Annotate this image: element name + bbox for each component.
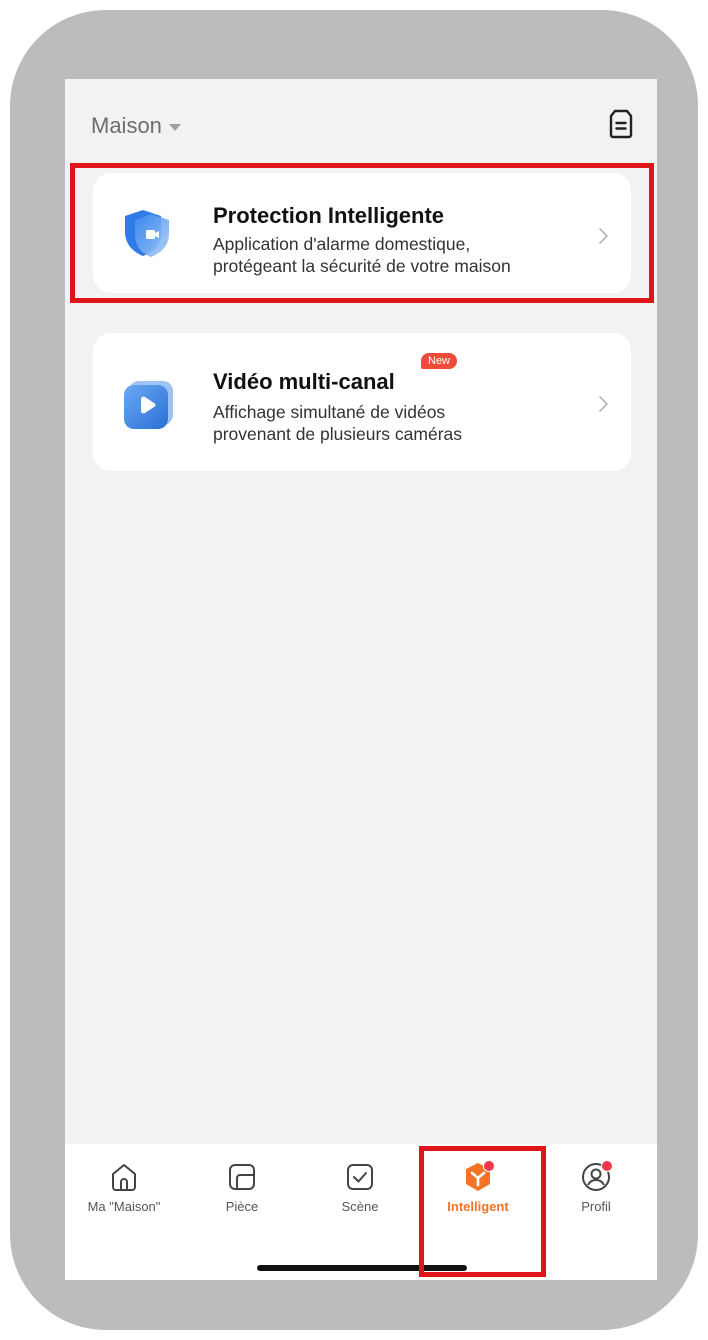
clipboard-icon[interactable] <box>609 109 633 139</box>
tab-label: Scène <box>341 1199 379 1214</box>
card-description: Affichage simultané de vidéos provenant … <box>213 401 623 445</box>
card-desc-line: provenant de plusieurs caméras <box>213 424 463 444</box>
tab-ma-maison[interactable]: Ma "Maison" <box>65 1160 183 1230</box>
home-label: Maison <box>91 113 162 138</box>
new-badge: New <box>421 353 458 369</box>
notification-dot <box>601 1160 613 1172</box>
video-play-icon <box>124 381 173 429</box>
highlight-box-intelligent-tab <box>419 1146 546 1277</box>
room-icon <box>229 1164 255 1190</box>
highlight-box-protection <box>70 163 654 303</box>
tab-label: Pièce <box>225 1199 259 1214</box>
tab-label: Profil <box>581 1199 611 1214</box>
house-icon <box>112 1164 136 1191</box>
tab-label: Ma "Maison" <box>87 1199 161 1214</box>
multi-video-card[interactable]: Vidéo multi-canal New Affichage simultan… <box>93 333 631 471</box>
card-desc-line: Affichage simultané de vidéos <box>213 402 446 422</box>
tab-profil[interactable]: Profil <box>537 1160 655 1230</box>
chevron-right-icon <box>599 396 608 412</box>
profile-icon-wrap <box>579 1160 613 1194</box>
bottom-tab-bar: Ma "Maison" Pièce Scène Intelligent Prof… <box>65 1144 657 1280</box>
dropdown-caret-icon <box>168 124 181 131</box>
top-bar: Maison <box>65 79 657 169</box>
home-selector[interactable]: Maison <box>91 113 181 139</box>
card-title: Vidéo multi-canal <box>213 369 395 394</box>
tab-scene[interactable]: Scène <box>301 1160 419 1230</box>
scene-check-icon <box>347 1164 373 1190</box>
tab-piece[interactable]: Pièce <box>183 1160 301 1230</box>
